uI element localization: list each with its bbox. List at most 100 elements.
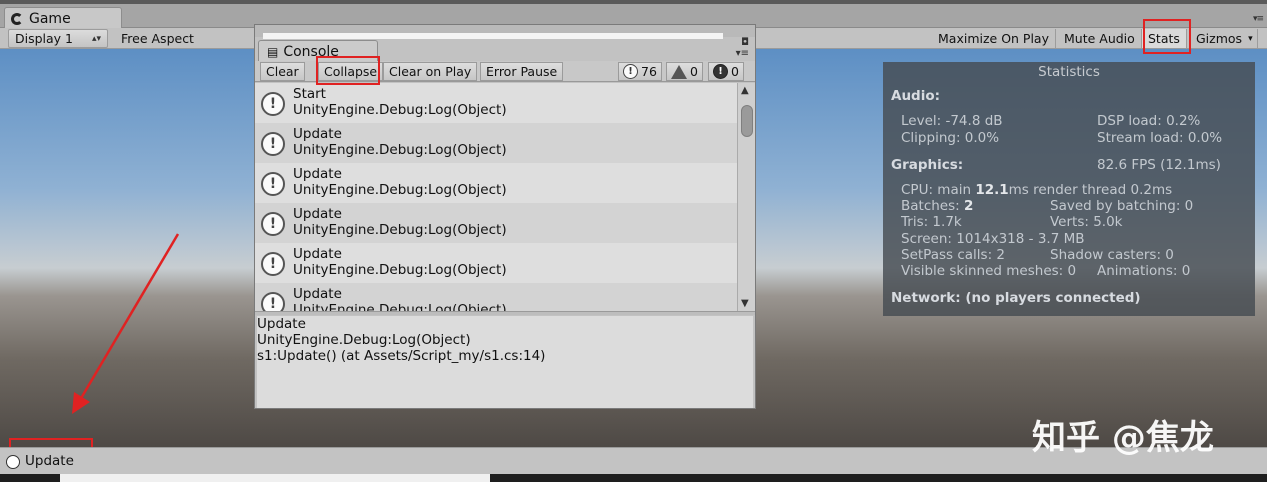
warning-icon <box>671 64 687 79</box>
statistics-panel: Statistics Audio: Level: -74.8 dB DSP lo… <box>883 62 1255 316</box>
console-titlebar-highlight <box>263 33 723 39</box>
saved-by-batching: Saved by batching: 0 <box>1050 198 1194 214</box>
audio-header: Audio: <box>891 88 941 104</box>
log-entry[interactable]: ! Start UnityEngine.Debug:Log(Object) <box>255 83 737 123</box>
skinned-meshes-readout: Visible skinned meshes: 0 <box>901 263 1077 279</box>
clear-button-label: Clear <box>266 64 299 79</box>
error-pause-label: Error Pause <box>486 64 558 79</box>
aspect-dropdown[interactable]: Free Aspect <box>115 29 255 48</box>
maximize-on-play-toggle[interactable]: Maximize On Play <box>932 29 1056 48</box>
info-icon: ! <box>261 252 285 276</box>
shadow-casters-readout: Shadow casters: 0 <box>1050 247 1174 263</box>
error-count-toggle[interactable]: ! 0 <box>708 62 744 81</box>
error-count: 0 <box>731 64 739 79</box>
log-stack: UnityEngine.Debug:Log(Object) <box>293 142 507 158</box>
mute-audio-label: Mute Audio <box>1064 31 1135 46</box>
batches-prefix: Batches: <box>901 198 964 214</box>
log-message: Update <box>293 206 342 222</box>
maximize-icon[interactable]: ◘ <box>736 37 749 48</box>
log-entry[interactable]: ! Update UnityEngine.Debug:Log(Object) <box>255 203 737 243</box>
detail-message: Update <box>257 316 306 332</box>
cpu-suffix: ms render thread 0.2ms <box>1008 182 1173 198</box>
taskbar-strip <box>0 474 1267 482</box>
clear-on-play-button[interactable]: Clear on Play <box>383 62 478 81</box>
info-icon <box>6 455 20 469</box>
updown-arrow-icon: ▴▾ <box>91 33 101 44</box>
scroll-down-icon[interactable]: ▼ <box>741 298 749 309</box>
cpu-prefix: CPU: main <box>901 182 976 198</box>
gizmos-label: Gizmos <box>1196 31 1243 46</box>
audio-level: Level: -74.8 dB <box>901 113 1003 129</box>
cpu-readout: CPU: main 12.1ms render thread 0.2ms <box>901 182 1172 198</box>
stream-load: Stream load: 0.0% <box>1097 130 1223 146</box>
window-menu-icon[interactable]: ▾≡ <box>736 48 749 59</box>
screen-readout: Screen: 1014x318 - 3.7 MB <box>901 231 1085 247</box>
clear-on-play-label: Clear on Play <box>389 64 472 79</box>
log-stack: UnityEngine.Debug:Log(Object) <box>293 302 507 311</box>
info-icon: ! <box>261 212 285 236</box>
animations-readout: Animations: 0 <box>1097 263 1191 279</box>
log-message: Start <box>293 86 326 102</box>
statistics-title: Statistics <box>1038 64 1100 80</box>
error-icon: ! <box>713 64 728 79</box>
display-dropdown-label: Display 1 <box>15 31 74 46</box>
log-entry[interactable]: ! Update UnityEngine.Debug:Log(Object) <box>255 283 737 311</box>
console-detail-pane[interactable]: Update UnityEngine.Debug:Log(Object) s1:… <box>257 316 753 408</box>
log-stack: UnityEngine.Debug:Log(Object) <box>293 262 507 278</box>
maximize-on-play-label: Maximize On Play <box>938 31 1049 46</box>
error-pause-button[interactable]: Error Pause <box>480 62 564 81</box>
status-message[interactable]: Update <box>25 453 74 469</box>
tris-readout: Tris: 1.7k <box>901 214 962 230</box>
annotation-box-collapse <box>316 56 380 85</box>
log-message: Update <box>293 286 342 302</box>
log-entry[interactable]: ! Update UnityEngine.Debug:Log(Object) <box>255 123 737 163</box>
scroll-up-icon[interactable]: ▲ <box>741 85 749 96</box>
batches-readout: Batches: 2 <box>901 198 973 214</box>
log-count: 76 <box>641 64 657 79</box>
setpass-readout: SetPass calls: 2 <box>901 247 1005 263</box>
batches-value: 2 <box>964 198 974 214</box>
console-splitter[interactable] <box>255 311 755 315</box>
log-entry[interactable]: ! Update UnityEngine.Debug:Log(Object) <box>255 163 737 203</box>
console-icon: ▤ <box>267 44 279 59</box>
info-icon: ! <box>261 132 285 156</box>
warning-count-toggle[interactable]: 0 <box>666 62 703 81</box>
tab-menu-icon[interactable]: ▾≡ <box>1253 14 1264 24</box>
mute-audio-toggle[interactable]: Mute Audio <box>1058 29 1142 48</box>
log-entry[interactable]: ! Update UnityEngine.Debug:Log(Object) <box>255 243 737 283</box>
tab-strip-top-border <box>0 0 1267 4</box>
warning-count: 0 <box>690 64 698 79</box>
info-icon: ! <box>261 172 285 196</box>
watermark: 知乎 @焦龙 <box>1032 418 1214 458</box>
scrollbar-thumb[interactable] <box>741 105 753 137</box>
detail-source-line[interactable]: s1:Update() (at Assets/Script_my/s1.cs:1… <box>257 348 753 364</box>
chevron-down-icon: ▾ <box>1248 33 1253 44</box>
console-scrollbar[interactable]: ▲ ▼ <box>737 83 755 311</box>
console-window-controls[interactable]: ◘ ▾≡ <box>736 37 749 59</box>
info-icon: ! <box>261 92 285 116</box>
audio-clipping: Clipping: 0.0% <box>901 130 1000 146</box>
fps-readout: 82.6 FPS (12.1ms) <box>1097 157 1221 173</box>
log-stack: UnityEngine.Debug:Log(Object) <box>293 102 507 118</box>
detail-stack-line: UnityEngine.Debug:Log(Object) <box>257 332 471 348</box>
verts-readout: Verts: 5.0k <box>1050 214 1123 230</box>
network-status: Network: (no players connected) <box>891 290 1141 306</box>
graphics-header: Graphics: <box>891 157 964 173</box>
game-tab-label: Game <box>29 10 71 27</box>
aspect-dropdown-label: Free Aspect <box>121 31 194 46</box>
info-icon: ! <box>261 292 285 311</box>
log-count-toggle[interactable]: ! 76 <box>618 62 662 81</box>
console-log-list[interactable]: ! Start UnityEngine.Debug:Log(Object) ! U… <box>255 83 737 311</box>
unity-logo-icon <box>11 12 23 25</box>
clear-button[interactable]: Clear <box>260 62 305 81</box>
taskbar-highlight <box>60 474 490 482</box>
info-icon: ! <box>623 64 638 79</box>
display-dropdown[interactable]: Display 1 ▴▾ <box>8 29 108 48</box>
cpu-main-value: 12.1 <box>975 182 1009 198</box>
annotation-box-stats <box>1143 19 1191 54</box>
log-message: Update <box>293 126 342 142</box>
log-message: Update <box>293 166 342 182</box>
gizmos-dropdown[interactable]: Gizmos ▾ <box>1190 29 1258 48</box>
tab-game[interactable]: Game <box>4 7 122 29</box>
log-message: Update <box>293 246 342 262</box>
